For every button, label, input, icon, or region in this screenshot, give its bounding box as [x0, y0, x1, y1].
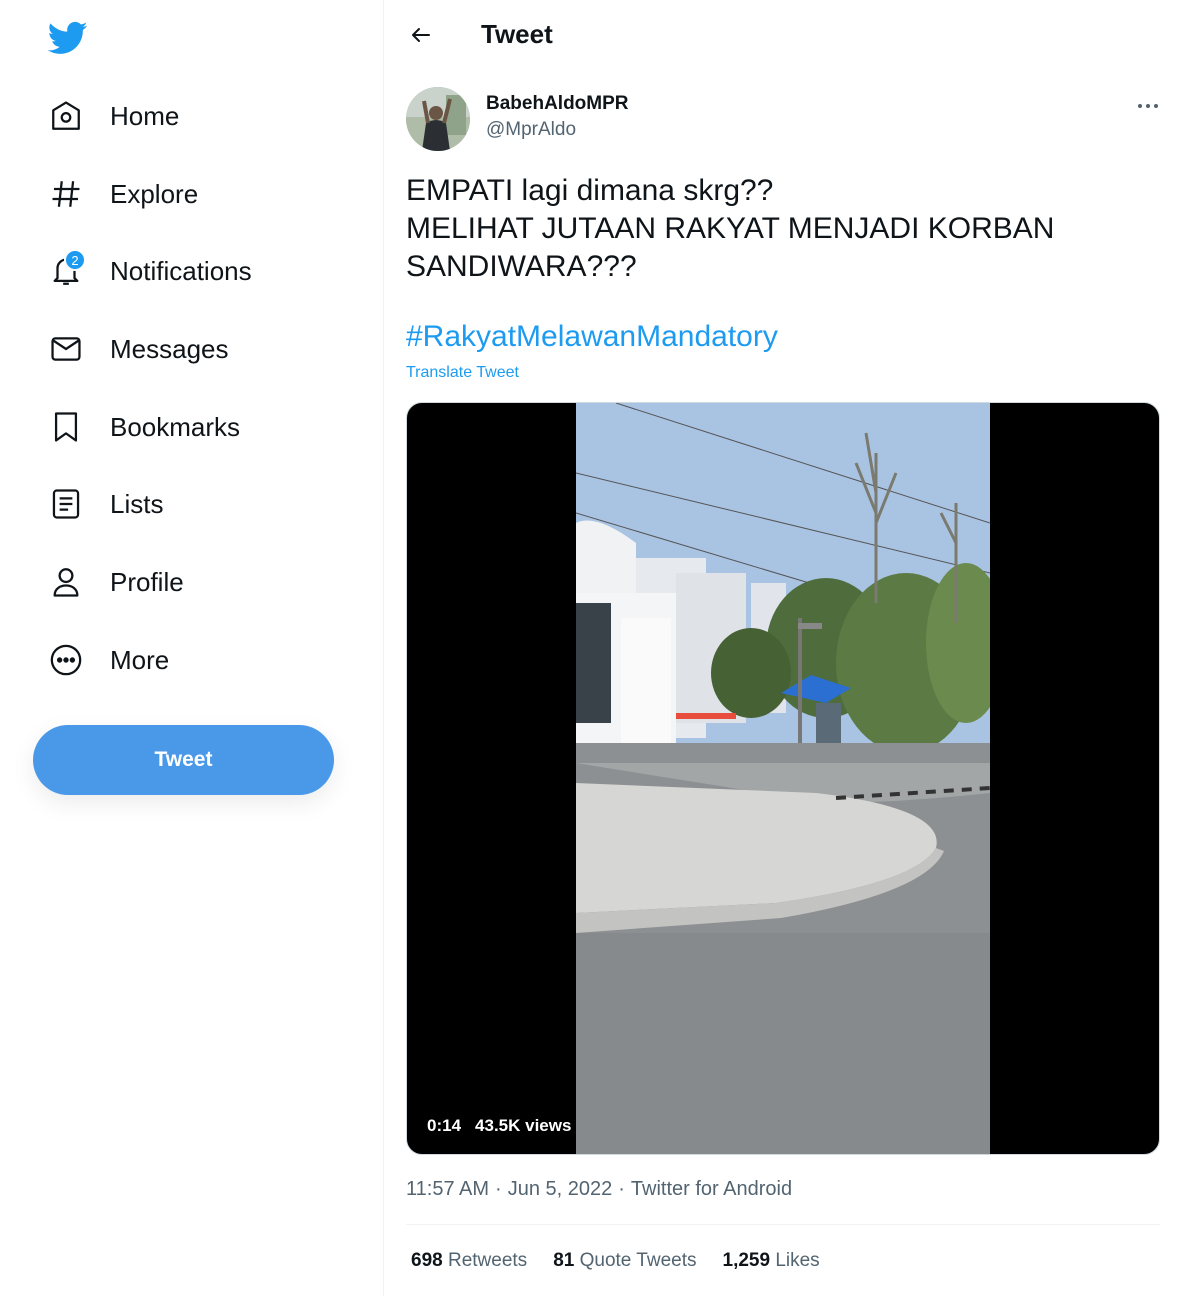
retweets-stat[interactable]: 698 Retweets	[411, 1250, 527, 1272]
quote-tweets-stat[interactable]: 81 Quote Tweets	[553, 1250, 696, 1272]
bell-icon: 2	[48, 249, 86, 289]
separator-dot: ·	[618, 1178, 625, 1200]
nav-lists[interactable]: Lists	[48, 480, 163, 528]
tweet-source[interactable]: Twitter for Android	[631, 1178, 792, 1201]
retweets-count: 698	[411, 1250, 443, 1271]
tweet-text-line: SANDIWARA???	[406, 250, 637, 283]
video-frame	[576, 403, 990, 1154]
nav-explore-label: Explore	[110, 178, 199, 209]
nav-notifications[interactable]: 2 Notifications	[48, 247, 252, 295]
quotes-label: Quote Tweets	[579, 1250, 697, 1271]
tweet-text-line: MELIHAT JUTAAN RAKYAT MENJADI KORBAN	[406, 212, 1055, 245]
list-icon	[48, 486, 84, 522]
video-duration: 0:14	[427, 1116, 462, 1135]
person-icon	[48, 564, 84, 600]
video-meta: 0:14 43.5K views	[427, 1116, 571, 1136]
separator-dot: ·	[495, 1178, 502, 1200]
sidebar: Home Explore 2 Notifications Messages Bo…	[0, 0, 384, 1296]
video-player[interactable]: 0:14 43.5K views	[406, 402, 1160, 1155]
home-icon	[48, 98, 84, 134]
tweet-text: EMPATI lagi dimana skrg?? MELIHAT JUTAAN…	[406, 172, 1146, 286]
page-header: Tweet	[384, 0, 1184, 70]
retweets-label: Retweets	[447, 1250, 528, 1271]
nav-home[interactable]: Home	[48, 92, 179, 140]
more-circle-icon	[48, 642, 84, 678]
tweet-date[interactable]: Jun 5, 2022	[508, 1178, 613, 1201]
bookmark-icon	[48, 409, 84, 445]
tweet-text-line: EMPATI lagi dimana skrg??	[406, 174, 774, 207]
quotes-count: 81	[553, 1250, 575, 1271]
tweet-time[interactable]: 11:57 AM	[406, 1178, 489, 1201]
nav-bookmarks[interactable]: Bookmarks	[48, 403, 240, 451]
author-handle[interactable]: @MprAldo	[486, 119, 576, 141]
main-column: Tweet BabehAldoMPR @MprAldo EMPATI lagi …	[384, 0, 1184, 1296]
tweet-timestamp: 11:57 AM · Jun 5, 2022 · Twitter for And…	[406, 1178, 792, 1201]
twitter-bird-icon[interactable]	[46, 18, 90, 58]
nav-more[interactable]: More	[48, 636, 169, 684]
envelope-icon	[48, 331, 84, 367]
nav-profile[interactable]: Profile	[48, 558, 184, 606]
compose-tweet-button[interactable]: Tweet	[33, 725, 334, 795]
video-views: 43.5K views	[475, 1116, 572, 1135]
back-arrow-icon[interactable]	[404, 18, 438, 52]
nav-bookmarks-label: Bookmarks	[110, 411, 241, 442]
translate-tweet-link[interactable]: Translate Tweet	[406, 364, 519, 382]
tweet-stats: 698 Retweets 81 Quote Tweets 1,259 Likes	[411, 1250, 820, 1272]
divider	[406, 1224, 1160, 1225]
page-title: Tweet	[481, 19, 553, 49]
nav-messages[interactable]: Messages	[48, 325, 229, 373]
nav-home-label: Home	[110, 100, 180, 131]
nav-lists-label: Lists	[110, 488, 164, 519]
likes-count: 1,259	[722, 1250, 771, 1271]
likes-label: Likes	[775, 1250, 820, 1271]
nav-notifications-label: Notifications	[110, 255, 252, 286]
hashtag-icon	[48, 176, 84, 212]
likes-stat[interactable]: 1,259 Likes	[723, 1250, 820, 1272]
nav-explore[interactable]: Explore	[48, 170, 198, 218]
author-display-name[interactable]: BabehAldoMPR	[486, 93, 629, 115]
more-options-icon[interactable]	[1134, 92, 1162, 120]
nav-more-label: More	[110, 644, 170, 675]
notification-badge: 2	[64, 249, 86, 271]
avatar[interactable]	[406, 87, 470, 151]
nav-profile-label: Profile	[110, 566, 184, 597]
nav-messages-label: Messages	[110, 333, 229, 364]
hashtag-link[interactable]: #RakyatMelawanMandatory	[406, 320, 778, 354]
